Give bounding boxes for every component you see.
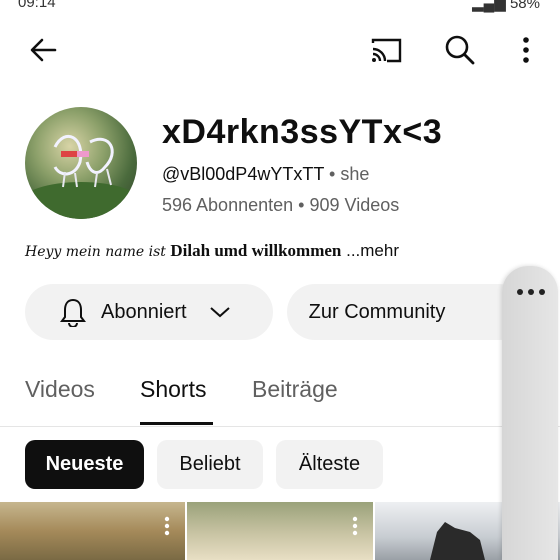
chip-newest[interactable]: Neueste [25, 440, 144, 489]
description-serif-text: Dilah umd willkommen [170, 241, 342, 260]
short-thumbnail[interactable] [0, 502, 185, 560]
description-script-text: Heyy mein name ist [25, 244, 166, 260]
more-vertical-icon[interactable] [163, 516, 171, 536]
short-thumbnail[interactable] [187, 502, 373, 560]
channel-avatar[interactable] [25, 107, 137, 219]
community-label: Zur Community [308, 300, 446, 323]
arrow-left-icon [30, 38, 57, 62]
channel-name: xD4rkn3ssYTx<3 [162, 113, 443, 151]
status-bar: 09:14 ▂▄▆ 58% [0, 0, 560, 12]
signal-icon: ▂▄▆ [472, 0, 510, 12]
battery-level: 58% [509, 0, 540, 12]
pronouns: she [340, 164, 370, 184]
status-battery: ▂▄▆ 58% [472, 0, 540, 12]
channel-handle-line: @vBl00dP4wYTxTT • she [162, 164, 369, 185]
chevron-down-icon [209, 305, 231, 319]
video-count: 909 Videos [309, 195, 400, 215]
subscriber-count: 596 Abonnenten [162, 195, 294, 215]
channel-handle: @vBl00dP4wYTxTT [162, 164, 324, 184]
channel-description[interactable]: Heyy mein name ist Dilah umd willkommen … [25, 241, 399, 261]
separator-dot: • [329, 164, 336, 184]
description-more-link[interactable]: ...mehr [341, 241, 399, 260]
separator-dot: • [298, 195, 305, 215]
more-horizontal-icon[interactable] [516, 288, 546, 296]
subscribed-label: Abonniert [101, 300, 187, 323]
tab-videos[interactable]: Videos [25, 376, 95, 403]
channel-stats: 596 Abonnenten • 909 Videos [162, 195, 399, 216]
more-vertical-icon[interactable] [351, 516, 359, 536]
channel-tabs: Videos Shorts Beiträge [0, 360, 560, 427]
community-button[interactable]: Zur Community [287, 284, 527, 340]
bell-icon [59, 297, 87, 327]
cast-icon [371, 38, 402, 63]
status-time: 09:14 [18, 0, 56, 11]
more-vertical-icon [523, 37, 529, 63]
top-app-bar [0, 24, 560, 80]
chip-oldest[interactable]: Älteste [276, 440, 383, 489]
cast-button[interactable] [364, 28, 408, 72]
subscribed-button[interactable]: Abonniert [25, 284, 273, 340]
active-tab-indicator [140, 422, 213, 425]
tab-posts[interactable]: Beiträge [252, 376, 338, 403]
floating-overlay-panel[interactable] [502, 266, 558, 560]
back-button[interactable] [21, 28, 65, 72]
tab-shorts[interactable]: Shorts [140, 376, 206, 403]
search-icon [445, 35, 475, 65]
avatar-artwork [25, 134, 137, 219]
more-options-button[interactable] [504, 28, 548, 72]
search-button[interactable] [438, 28, 482, 72]
chip-popular[interactable]: Beliebt [157, 440, 263, 489]
